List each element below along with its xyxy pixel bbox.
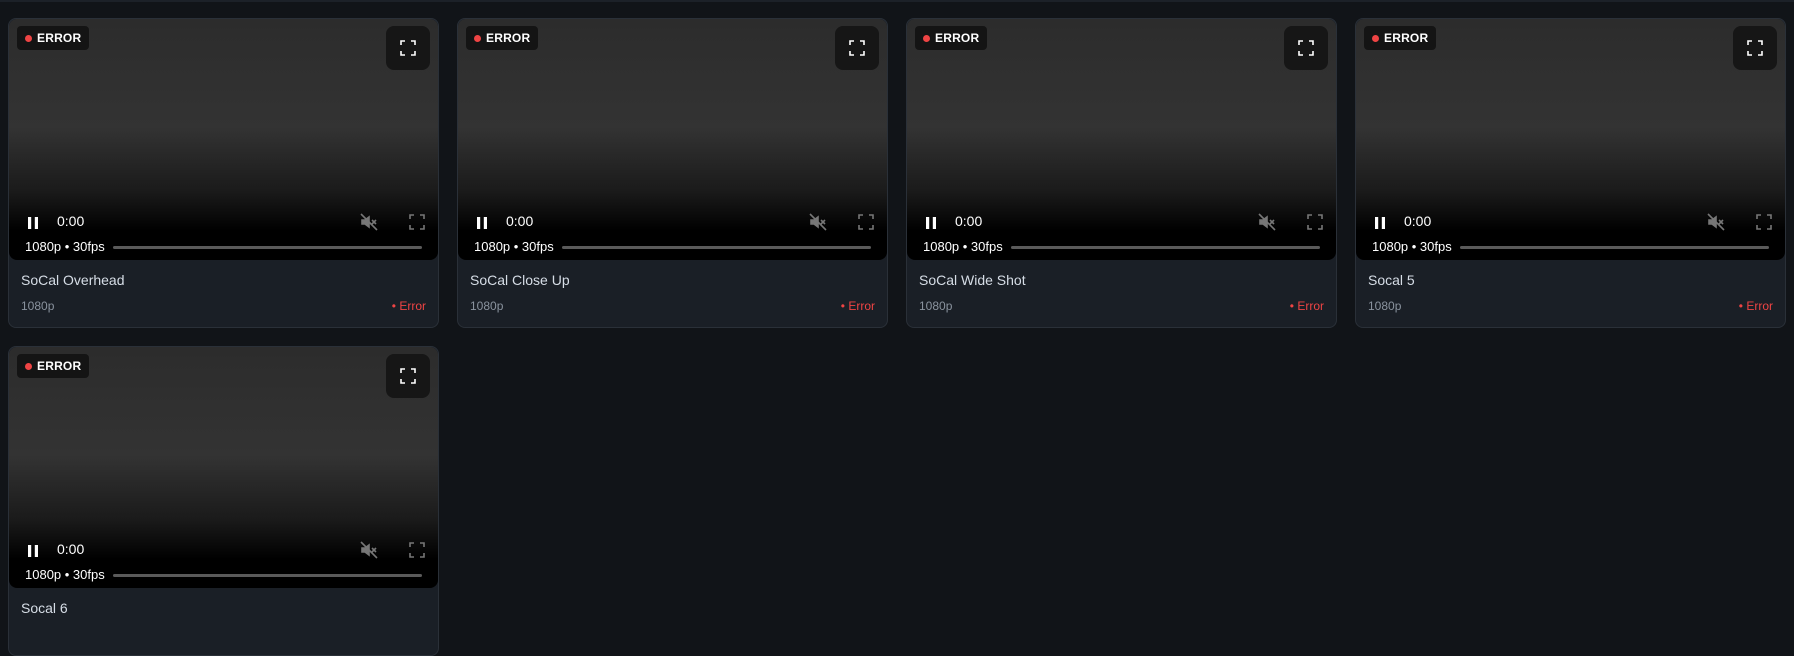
volume-muted-icon[interactable] <box>1706 212 1726 232</box>
camera-meta: SoCal Close Up 1080p • Error <box>458 260 887 327</box>
camera-meta: SoCal Wide Shot 1080p • Error <box>907 260 1336 327</box>
error-dot-icon <box>25 362 32 370</box>
fullscreen-icon <box>1298 40 1314 56</box>
stream-info: 1080p • 30fps <box>25 239 105 254</box>
camera-card[interactable]: ERROR 0:00 1080p • 30fps Socal 5 1080p •… <box>1355 18 1786 328</box>
error-badge: ERROR <box>17 26 90 50</box>
status-badge: • Error <box>840 299 875 313</box>
fullscreen-icon <box>849 40 865 56</box>
video-player[interactable]: ERROR 0:00 1080p • 30fps <box>458 19 887 260</box>
error-badge-label: ERROR <box>1384 31 1429 45</box>
video-player[interactable]: ERROR 0:00 1080p • 30fps <box>907 19 1336 260</box>
video-controls: 0:00 <box>907 209 1336 235</box>
top-border <box>0 0 1794 2</box>
fullscreen-icon[interactable] <box>409 214 425 230</box>
stream-info-row: 1080p • 30fps <box>9 238 438 256</box>
video-controls: 0:00 <box>9 209 438 235</box>
camera-grid: ERROR 0:00 1080p • 30fps SoCal Overhead … <box>8 18 1786 656</box>
current-time: 0:00 <box>57 213 85 229</box>
pause-icon[interactable] <box>25 215 41 231</box>
status-badge: • Error <box>1738 299 1773 313</box>
stream-info-row: 1080p • 30fps <box>458 238 887 256</box>
error-badge-label: ERROR <box>486 31 531 45</box>
stream-info: 1080p • 30fps <box>474 239 554 254</box>
error-dot-icon <box>923 34 930 42</box>
error-badge: ERROR <box>466 26 539 50</box>
current-time: 0:00 <box>57 541 85 557</box>
camera-resolution: 1080p <box>1368 299 1402 313</box>
status-badge: • Error <box>1289 299 1324 313</box>
camera-meta: SoCal Overhead 1080p • Error <box>9 260 438 327</box>
expand-button[interactable] <box>1284 26 1328 70</box>
error-badge-label: ERROR <box>935 31 980 45</box>
camera-meta: Socal 5 1080p • Error <box>1356 260 1785 327</box>
video-player[interactable]: ERROR 0:00 1080p • 30fps <box>9 19 438 260</box>
video-controls: 0:00 <box>458 209 887 235</box>
video-controls: 0:00 <box>9 537 438 563</box>
camera-card[interactable]: ERROR 0:00 1080p • 30fps Socal 6 <box>8 346 439 656</box>
status-badge: • Error <box>391 299 426 313</box>
expand-button[interactable] <box>835 26 879 70</box>
camera-name: SoCal Close Up <box>470 272 570 288</box>
volume-muted-icon[interactable] <box>1257 212 1277 232</box>
error-badge-label: ERROR <box>37 359 82 373</box>
camera-resolution: 1080p <box>470 299 504 313</box>
fullscreen-icon <box>400 40 416 56</box>
camera-meta: Socal 6 <box>9 588 438 655</box>
progress-bar[interactable] <box>113 574 422 577</box>
current-time: 0:00 <box>506 213 534 229</box>
fullscreen-icon[interactable] <box>1307 214 1323 230</box>
fullscreen-icon <box>1747 40 1763 56</box>
fullscreen-icon[interactable] <box>409 542 425 558</box>
camera-name: SoCal Overhead <box>21 272 125 288</box>
pause-icon[interactable] <box>25 543 41 559</box>
expand-button[interactable] <box>386 354 430 398</box>
error-badge: ERROR <box>1364 26 1437 50</box>
progress-bar[interactable] <box>1011 246 1320 249</box>
volume-muted-icon[interactable] <box>359 540 379 560</box>
camera-name: Socal 6 <box>21 600 68 616</box>
error-dot-icon <box>25 34 32 42</box>
fullscreen-icon <box>400 368 416 384</box>
stream-info: 1080p • 30fps <box>25 567 105 582</box>
camera-card[interactable]: ERROR 0:00 1080p • 30fps SoCal Wide Shot… <box>906 18 1337 328</box>
stream-info: 1080p • 30fps <box>923 239 1003 254</box>
stream-info-row: 1080p • 30fps <box>9 566 438 584</box>
video-player[interactable]: ERROR 0:00 1080p • 30fps <box>1356 19 1785 260</box>
stream-info-row: 1080p • 30fps <box>1356 238 1785 256</box>
pause-icon[interactable] <box>474 215 490 231</box>
fullscreen-icon[interactable] <box>858 214 874 230</box>
progress-bar[interactable] <box>1460 246 1769 249</box>
stream-info: 1080p • 30fps <box>1372 239 1452 254</box>
camera-card[interactable]: ERROR 0:00 1080p • 30fps SoCal Close Up … <box>457 18 888 328</box>
video-player[interactable]: ERROR 0:00 1080p • 30fps <box>9 347 438 588</box>
error-badge: ERROR <box>17 354 90 378</box>
volume-muted-icon[interactable] <box>359 212 379 232</box>
video-controls: 0:00 <box>1356 209 1785 235</box>
volume-muted-icon[interactable] <box>808 212 828 232</box>
error-dot-icon <box>1372 34 1379 42</box>
current-time: 0:00 <box>955 213 983 229</box>
error-badge-label: ERROR <box>37 31 82 45</box>
camera-resolution: 1080p <box>919 299 953 313</box>
camera-name: SoCal Wide Shot <box>919 272 1026 288</box>
camera-name: Socal 5 <box>1368 272 1415 288</box>
expand-button[interactable] <box>1733 26 1777 70</box>
expand-button[interactable] <box>386 26 430 70</box>
camera-resolution: 1080p <box>21 299 55 313</box>
pause-icon[interactable] <box>1372 215 1388 231</box>
fullscreen-icon[interactable] <box>1756 214 1772 230</box>
error-badge: ERROR <box>915 26 988 50</box>
error-dot-icon <box>474 34 481 42</box>
stream-info-row: 1080p • 30fps <box>907 238 1336 256</box>
progress-bar[interactable] <box>562 246 871 249</box>
pause-icon[interactable] <box>923 215 939 231</box>
progress-bar[interactable] <box>113 246 422 249</box>
current-time: 0:00 <box>1404 213 1432 229</box>
camera-card[interactable]: ERROR 0:00 1080p • 30fps SoCal Overhead … <box>8 18 439 328</box>
